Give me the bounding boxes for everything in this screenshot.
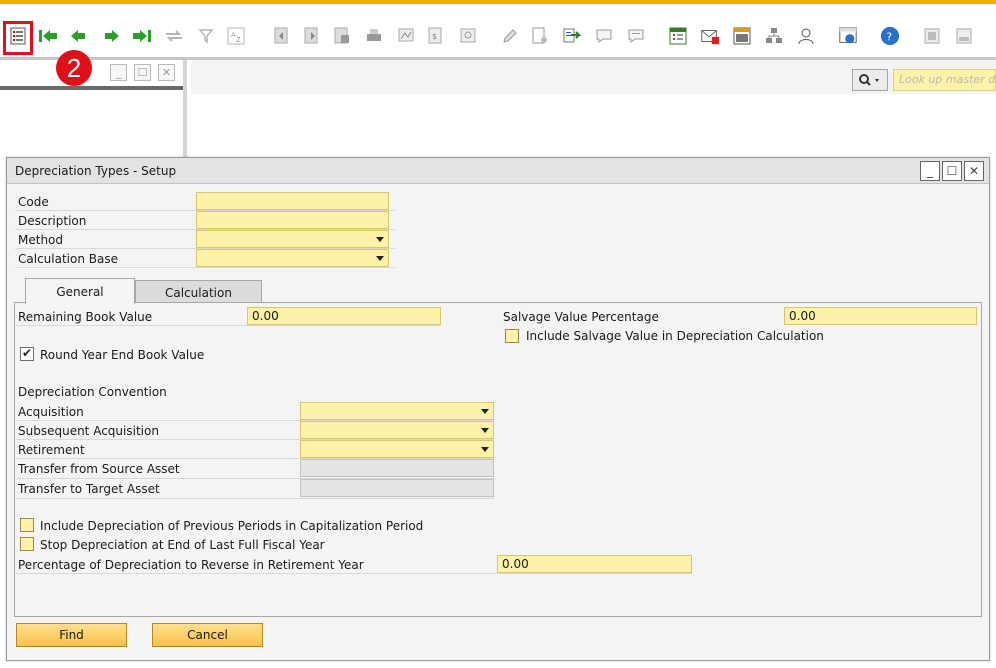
last-record-icon[interactable] bbox=[132, 26, 152, 46]
dialog-close-icon[interactable]: ✕ bbox=[964, 161, 984, 181]
cancel-button[interactable]: Cancel bbox=[152, 623, 263, 647]
maximize-icon[interactable]: ☐ bbox=[134, 64, 151, 81]
lookup-search-button[interactable] bbox=[852, 69, 888, 91]
tab-calculation[interactable]: Calculation bbox=[135, 280, 262, 304]
sort-icon[interactable]: AZ bbox=[226, 26, 246, 46]
print-icon[interactable] bbox=[364, 26, 384, 46]
retirement-label: Retirement bbox=[18, 443, 85, 457]
pencil-icon[interactable] bbox=[500, 26, 520, 46]
acquisition-dropdown[interactable] bbox=[300, 402, 494, 420]
search-key-icon bbox=[859, 74, 879, 86]
description-label: Description bbox=[18, 214, 87, 228]
salvage-pct-label: Salvage Value Percentage bbox=[503, 310, 659, 324]
remaining-book-value-label: Remaining Book Value bbox=[18, 310, 153, 324]
user-icon[interactable] bbox=[796, 26, 816, 46]
description-field[interactable] bbox=[196, 211, 389, 229]
include-prev-periods-checkbox[interactable] bbox=[20, 518, 34, 532]
transfer-to-field bbox=[300, 479, 494, 497]
data-transfer-icon[interactable] bbox=[562, 26, 582, 46]
target-document-icon[interactable] bbox=[302, 26, 322, 46]
svg-text:$: $ bbox=[432, 32, 437, 41]
calc-base-label: Calculation Base bbox=[18, 252, 118, 266]
stop-depreciation-checkbox[interactable] bbox=[20, 537, 34, 551]
include-prev-periods-label: Include Depreciation of Previous Periods… bbox=[40, 519, 424, 533]
retirement-dropdown[interactable] bbox=[300, 440, 494, 458]
filter-icon[interactable] bbox=[196, 26, 216, 46]
dialog-minimize-icon[interactable]: _ bbox=[920, 161, 940, 181]
transfer-from-label: Transfer from Source Asset bbox=[18, 462, 180, 476]
method-label: Method bbox=[18, 233, 64, 247]
svg-text:Z: Z bbox=[236, 36, 241, 44]
browser-icon[interactable] bbox=[838, 26, 858, 46]
sap-icon-2[interactable] bbox=[954, 26, 974, 46]
previous-record-icon[interactable] bbox=[68, 26, 88, 46]
pct-reverse-label: Percentage of Depreciation to Reverse in… bbox=[18, 558, 364, 572]
salvage-pct-field[interactable]: 0.00 bbox=[784, 307, 977, 325]
chat-icon[interactable] bbox=[626, 26, 646, 46]
mail-icon[interactable] bbox=[700, 26, 720, 46]
close-icon[interactable]: ✕ bbox=[158, 64, 175, 81]
convention-heading: Depreciation Convention bbox=[18, 385, 167, 399]
main-toolbar: AZ $ ? bbox=[0, 4, 996, 58]
minimize-icon[interactable]: _ bbox=[110, 64, 127, 81]
dialog-maximize-icon[interactable]: ☐ bbox=[942, 161, 962, 181]
highlight-box bbox=[3, 21, 33, 55]
panel-divider bbox=[0, 86, 183, 90]
acquisition-label: Acquisition bbox=[18, 405, 84, 419]
code-label: Code bbox=[18, 195, 49, 209]
tab-general[interactable]: General bbox=[25, 278, 135, 304]
next-record-icon[interactable] bbox=[102, 26, 122, 46]
stop-depreciation-label: Stop Depreciation at End of Last Full Fi… bbox=[40, 538, 325, 552]
export-icon[interactable]: $ bbox=[426, 26, 446, 46]
pct-reverse-field[interactable]: 0.00 bbox=[497, 555, 692, 573]
transfer-to-label: Transfer to Target Asset bbox=[18, 482, 160, 496]
layout-icon[interactable] bbox=[332, 26, 352, 46]
subsequent-acq-label: Subsequent Acquisition bbox=[18, 424, 159, 438]
message-icon[interactable] bbox=[594, 26, 614, 46]
first-record-icon[interactable] bbox=[38, 26, 58, 46]
find-button[interactable]: Find bbox=[16, 623, 127, 647]
step-badge: 2 bbox=[56, 50, 92, 86]
calculator-icon[interactable] bbox=[732, 26, 752, 46]
help-icon[interactable]: ? bbox=[880, 26, 900, 46]
refresh-icon[interactable] bbox=[164, 26, 184, 46]
base-document-icon[interactable] bbox=[272, 26, 292, 46]
preview-icon[interactable] bbox=[396, 26, 416, 46]
sap-icon-1[interactable] bbox=[922, 26, 942, 46]
include-salvage-checkbox[interactable] bbox=[505, 329, 519, 343]
transfer-from-field bbox=[300, 459, 494, 477]
code-field[interactable] bbox=[196, 192, 389, 210]
round-year-end-label: Round Year End Book Value bbox=[40, 348, 205, 362]
remaining-book-value-field[interactable]: 0.00 bbox=[247, 307, 441, 325]
dialog-title: Depreciation Types - Setup bbox=[15, 164, 177, 178]
calendar-icon[interactable] bbox=[668, 26, 688, 46]
calc-base-dropdown[interactable] bbox=[196, 249, 389, 267]
svg-text:?: ? bbox=[886, 31, 892, 44]
lock-icon[interactable] bbox=[458, 26, 478, 46]
depreciation-types-dialog: Depreciation Types - Setup _ ☐ ✕ Code De… bbox=[6, 157, 990, 661]
org-chart-icon[interactable] bbox=[764, 26, 784, 46]
subsequent-acq-dropdown[interactable] bbox=[300, 421, 494, 439]
document-settings-icon[interactable] bbox=[530, 26, 550, 46]
method-dropdown[interactable] bbox=[196, 230, 389, 248]
dialog-titlebar[interactable]: Depreciation Types - Setup _ ☐ ✕ bbox=[7, 158, 989, 184]
round-year-end-checkbox[interactable] bbox=[20, 346, 34, 361]
include-salvage-label: Include Salvage Value in Depreciation Ca… bbox=[526, 329, 824, 343]
left-panel: _ ☐ ✕ bbox=[0, 60, 187, 158]
lookup-input[interactable]: Look up master data bbox=[893, 69, 996, 91]
